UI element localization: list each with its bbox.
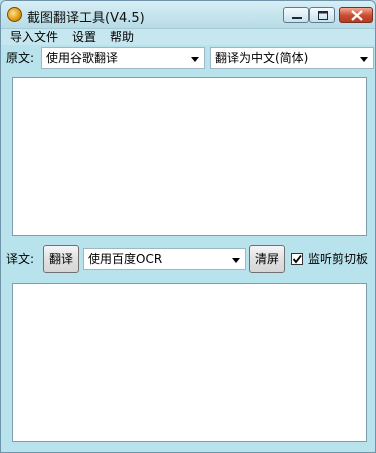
menu-import-file[interactable]: 导入文件 [10, 29, 58, 45]
ocr-engine-select[interactable]: 使用百度OCR [83, 248, 246, 270]
clear-button[interactable]: 清屏 [249, 245, 285, 273]
title-bar[interactable]: 截图翻译工具(V4.5) [1, 1, 375, 29]
check-icon [292, 254, 302, 264]
close-button[interactable] [339, 7, 373, 23]
menu-bar: 导入文件 设置 帮助 [1, 29, 375, 45]
window-title: 截图翻译工具(V4.5) [27, 11, 145, 26]
result-text-area[interactable] [12, 283, 367, 442]
translate-button[interactable]: 翻译 [43, 245, 79, 273]
maximize-button[interactable] [309, 7, 335, 23]
chevron-down-icon [360, 57, 368, 62]
menu-help[interactable]: 帮助 [110, 29, 134, 45]
close-icon [351, 10, 363, 21]
minimize-button[interactable] [283, 7, 309, 23]
chevron-down-icon [191, 57, 199, 62]
app-window: 截图翻译工具(V4.5) 导入文件 设置 帮助 原文: 使用谷歌翻译 翻译为中文… [0, 0, 376, 453]
menu-settings[interactable]: 设置 [72, 29, 96, 45]
monitor-clipboard-checkbox[interactable] [291, 253, 303, 265]
result-label: 译文: [6, 252, 35, 266]
target-language-select[interactable]: 翻译为中文(简体) [210, 47, 374, 69]
main-panel: 原文: 使用谷歌翻译 翻译为中文(简体) 译文: 翻译 使用百度OCR 清屏 监… [1, 45, 375, 452]
source-label: 原文: [6, 51, 35, 65]
translate-engine-value: 使用谷歌翻译 [46, 51, 119, 65]
source-text-area[interactable] [12, 77, 367, 236]
minimize-icon [292, 17, 302, 19]
target-language-value: 翻译为中文(简体) [215, 51, 309, 65]
maximize-icon [318, 11, 328, 20]
app-logo-icon [7, 7, 22, 22]
chevron-down-icon [232, 258, 240, 263]
monitor-clipboard-label: 监听剪切板 [308, 252, 369, 266]
translate-engine-select[interactable]: 使用谷歌翻译 [41, 47, 205, 69]
ocr-engine-value: 使用百度OCR [88, 252, 163, 266]
